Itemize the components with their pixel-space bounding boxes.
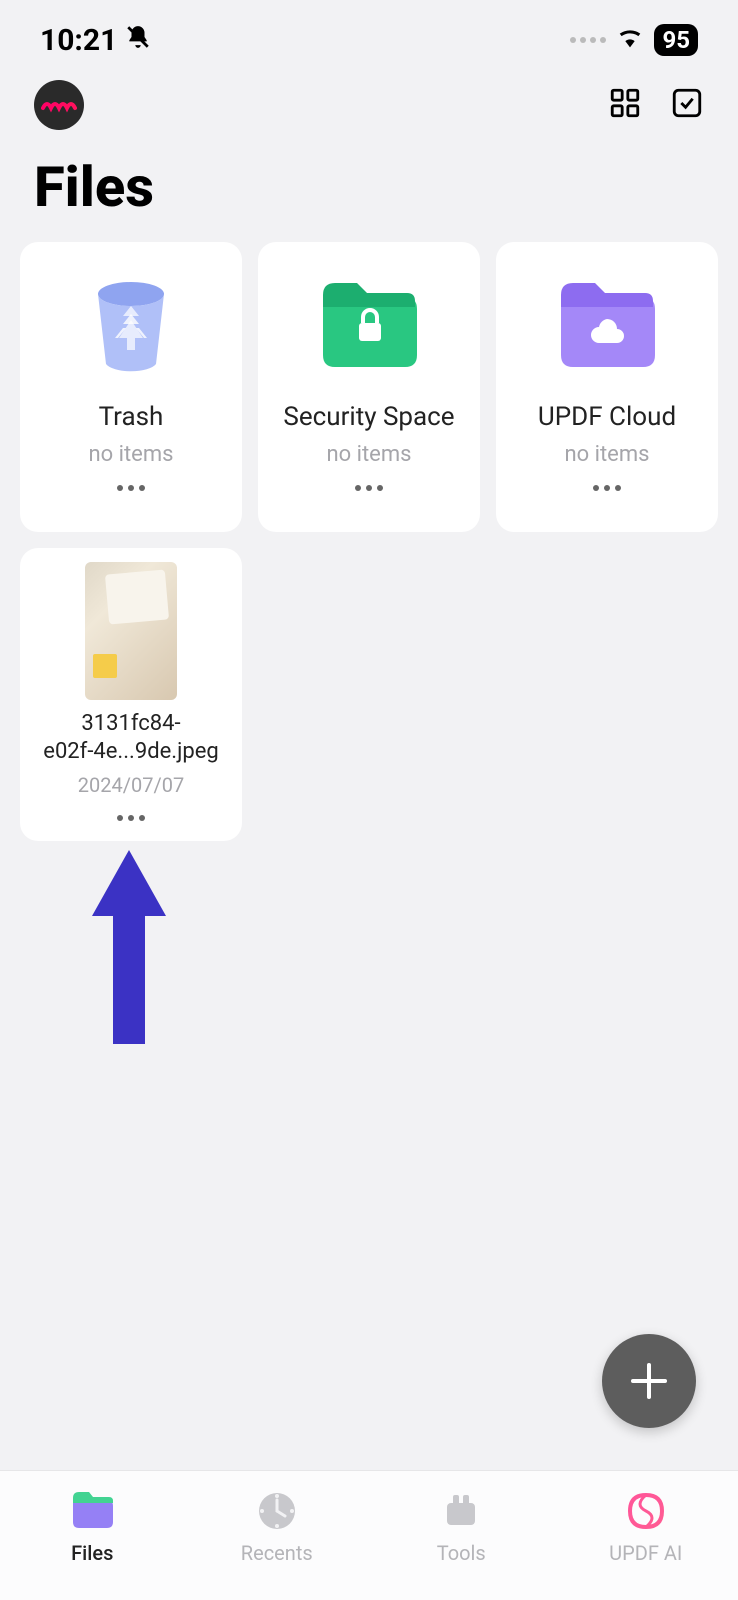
status-bar: 10:21 95 (0, 0, 738, 60)
security-space-title: Security Space (283, 402, 454, 432)
status-time: 10:21 (40, 23, 117, 58)
trash-icon (88, 266, 174, 386)
bell-mute-icon (125, 23, 151, 58)
tab-recents[interactable]: Recents (217, 1489, 337, 1565)
status-time-area: 10:21 (40, 23, 151, 58)
add-fab-button[interactable] (602, 1334, 696, 1428)
trash-subtitle: no items (88, 442, 173, 467)
file-card[interactable]: 3131fc84- e02f-4e...9de.jpeg 2024/07/07 (20, 548, 242, 841)
trash-card[interactable]: Trash no items (20, 242, 242, 532)
tools-tab-icon (439, 1489, 483, 1533)
tab-updf-ai[interactable]: UPDF AI (586, 1489, 706, 1565)
updf-cloud-card[interactable]: UPDF Cloud no items (496, 242, 718, 532)
trash-more-button[interactable] (105, 479, 157, 497)
tab-files-label: Files (71, 1541, 113, 1565)
files-grid: Trash no items Security Space no items (0, 242, 738, 841)
file-thumbnail (85, 562, 177, 700)
tab-recents-label: Recents (241, 1541, 313, 1565)
tab-tools-label: Tools (437, 1541, 486, 1565)
plus-icon (627, 1359, 671, 1403)
file-more-button[interactable] (105, 809, 157, 827)
app-logo[interactable] (34, 80, 84, 130)
tab-files[interactable]: Files (32, 1489, 152, 1565)
security-space-more-button[interactable] (343, 479, 395, 497)
status-right: 95 (570, 24, 698, 56)
tab-ai-label: UPDF AI (609, 1541, 682, 1565)
file-date: 2024/07/07 (78, 773, 184, 797)
security-folder-icon (317, 266, 421, 386)
annotation-arrow-icon (92, 850, 166, 1048)
updf-cloud-subtitle: no items (564, 442, 649, 467)
file-name: 3131fc84- e02f-4e...9de.jpeg (43, 710, 218, 765)
trash-title: Trash (99, 402, 164, 432)
security-space-subtitle: no items (326, 442, 411, 467)
header-row (0, 60, 738, 140)
grid-view-icon[interactable] (608, 86, 642, 124)
cellular-dots-icon (570, 37, 606, 43)
files-tab-icon (70, 1489, 114, 1533)
tab-tools[interactable]: Tools (401, 1489, 521, 1565)
tab-bar: Files Recents Tools (0, 1470, 738, 1600)
battery-badge: 95 (654, 24, 698, 56)
recents-tab-icon (255, 1489, 299, 1533)
select-checkbox-icon[interactable] (670, 86, 704, 124)
cloud-folder-icon (555, 266, 659, 386)
wifi-icon (616, 24, 644, 56)
updf-cloud-title: UPDF Cloud (538, 402, 676, 432)
updf-cloud-more-button[interactable] (581, 479, 633, 497)
security-space-card[interactable]: Security Space no items (258, 242, 480, 532)
page-title: Files (0, 140, 738, 242)
ai-tab-icon (624, 1489, 668, 1533)
